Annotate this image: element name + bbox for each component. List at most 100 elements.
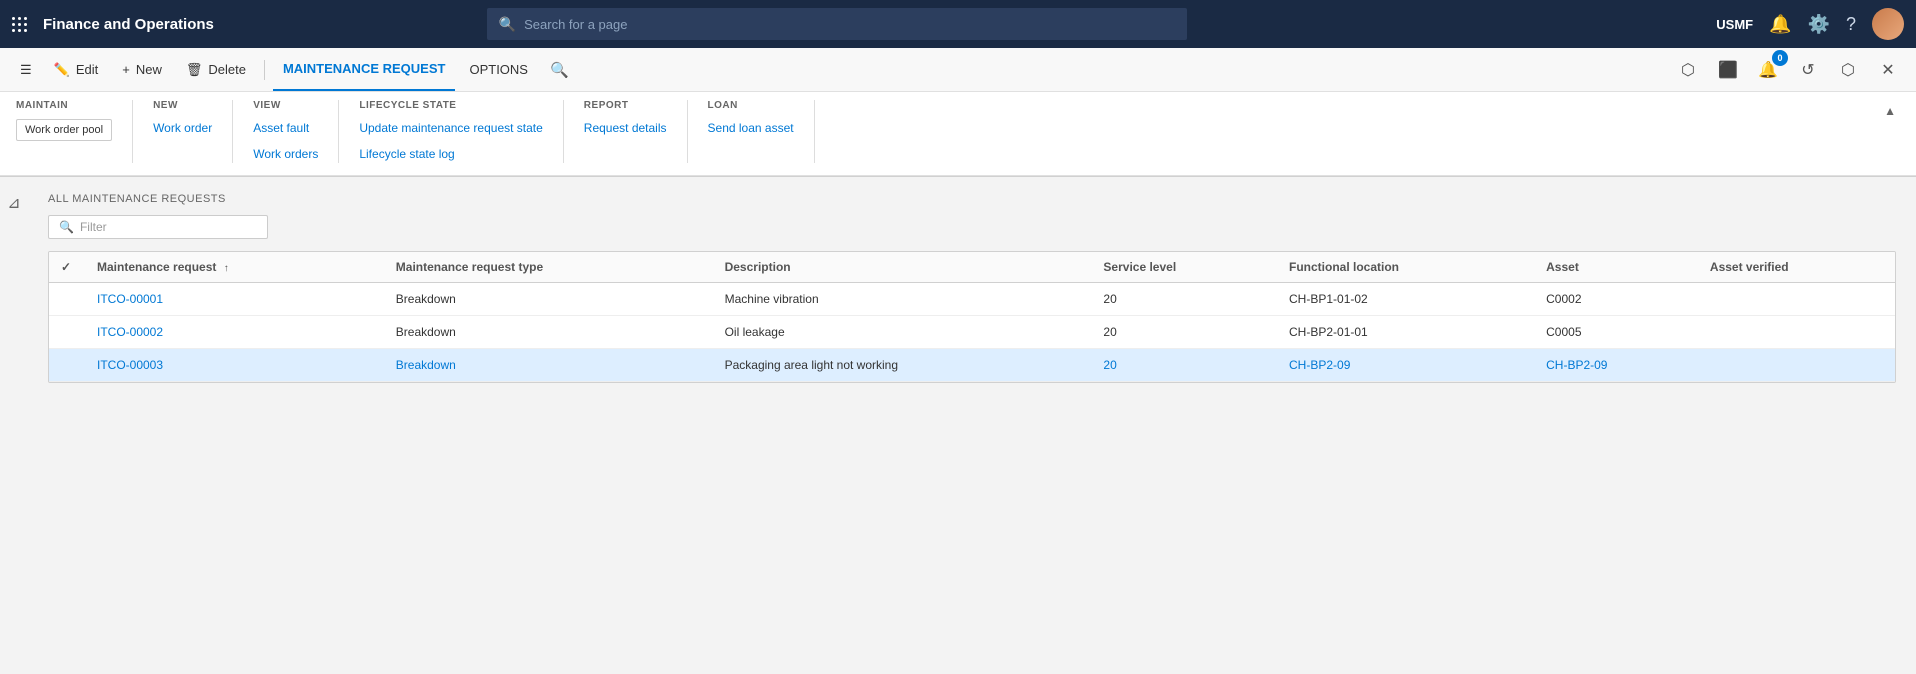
- row2-fl-val: CH-BP2-01-01: [1289, 325, 1368, 339]
- row1-mr-link[interactable]: ITCO-00001: [97, 292, 163, 306]
- work-order-pool-btn[interactable]: Work order pool: [16, 119, 112, 141]
- row2-mr[interactable]: ITCO-00002: [85, 316, 384, 349]
- notification-badge: 0: [1772, 50, 1788, 66]
- table-row[interactable]: ITCO-00002 Breakdown Oil leakage 20 CH-B…: [49, 316, 1895, 349]
- tab-maintenance-request-label: MAINTENANCE REQUEST: [283, 61, 446, 76]
- row2-fl: CH-BP2-01-01: [1277, 316, 1534, 349]
- data-table: ✓ Maintenance request ↑ Maintenance requ…: [49, 252, 1895, 382]
- maintain-label: MAINTAIN: [16, 100, 112, 111]
- lifecycle-log-btn[interactable]: Lifecycle state log: [359, 145, 542, 163]
- ribbon-bar: ☰ ✏️ Edit + New 🗑 Delete MAINTENANCE REQ…: [0, 48, 1916, 177]
- row1-check[interactable]: [49, 283, 85, 316]
- row2-sl-val: 20: [1103, 325, 1116, 339]
- row1-desc: Machine vibration: [713, 283, 1092, 316]
- row3-desc: Packaging area light not working: [713, 349, 1092, 382]
- hamburger-menu[interactable]: ☰: [12, 48, 40, 91]
- col-type-label: Maintenance request type: [396, 260, 543, 274]
- row1-asset-val: C0002: [1546, 292, 1581, 306]
- data-table-wrap: ✓ Maintenance request ↑ Maintenance requ…: [48, 251, 1896, 383]
- col-maintenance-request[interactable]: Maintenance request ↑: [85, 252, 384, 283]
- office-icon[interactable]: ⬛: [1712, 54, 1744, 86]
- avatar[interactable]: [1872, 8, 1904, 40]
- row2-mr-link[interactable]: ITCO-00002: [97, 325, 163, 339]
- col-check[interactable]: ✓: [49, 252, 85, 283]
- row2-check[interactable]: [49, 316, 85, 349]
- row3-type: Breakdown: [384, 349, 713, 382]
- loan-label: LOAN: [708, 100, 794, 111]
- row3-mr[interactable]: ITCO-00003: [85, 349, 384, 382]
- row3-av: [1698, 349, 1895, 382]
- row2-type-val: Breakdown: [396, 325, 456, 339]
- ribbon-content: MAINTAIN Work order pool NEW Work order …: [0, 92, 1916, 176]
- row2-av: [1698, 316, 1895, 349]
- collapse-ribbon-btn[interactable]: ▲: [1880, 100, 1900, 122]
- app-grid-icon[interactable]: [12, 17, 27, 32]
- ribbon-search-btn[interactable]: 🔍: [550, 61, 569, 79]
- col-mr-label: Maintenance request: [97, 260, 216, 274]
- settings-icon[interactable]: ⚙️: [1808, 14, 1830, 35]
- ribbon-group-view: VIEW Asset fault Work orders: [253, 100, 339, 163]
- tab-delete-label: Delete: [208, 62, 246, 77]
- row1-desc-val: Machine vibration: [725, 292, 819, 306]
- search-bar[interactable]: 🔍: [487, 8, 1187, 40]
- col-description[interactable]: Description: [713, 252, 1092, 283]
- work-orders-btn[interactable]: Work orders: [253, 145, 318, 163]
- row3-fl: CH-BP2-09: [1277, 349, 1534, 382]
- col-asset[interactable]: Asset: [1534, 252, 1698, 283]
- request-details-btn[interactable]: Request details: [584, 119, 667, 137]
- sidebar-toggle: ⊿: [0, 177, 28, 477]
- row1-asset: C0002: [1534, 283, 1698, 316]
- table-body: ITCO-00001 Breakdown Machine vibration 2…: [49, 283, 1895, 382]
- row1-type: Breakdown: [384, 283, 713, 316]
- table-row[interactable]: ITCO-00003 Breakdown Packaging area ligh…: [49, 349, 1895, 382]
- row2-desc-val: Oil leakage: [725, 325, 785, 339]
- row3-asset: CH-BP2-09: [1534, 349, 1698, 382]
- table-header: ✓ Maintenance request ↑ Maintenance requ…: [49, 252, 1895, 283]
- filter-input[interactable]: [80, 220, 257, 234]
- col-service-level[interactable]: Service level: [1091, 252, 1277, 283]
- work-order-btn[interactable]: Work order: [153, 119, 212, 137]
- left-area: ⊿ ALL MAINTENANCE REQUESTS 🔍 ✓: [0, 177, 1916, 477]
- row3-check[interactable]: [49, 349, 85, 382]
- view-label: VIEW: [253, 100, 318, 111]
- tab-new[interactable]: + New: [112, 48, 172, 91]
- row3-mr-link[interactable]: ITCO-00003: [97, 358, 163, 372]
- row3-sl-link[interactable]: 20: [1103, 358, 1116, 372]
- settings2-icon[interactable]: ⬡: [1672, 54, 1704, 86]
- row3-fl-link[interactable]: CH-BP2-09: [1289, 358, 1350, 372]
- send-loan-asset-btn[interactable]: Send loan asset: [708, 119, 794, 137]
- work-order-pool-label: Work order pool: [25, 124, 103, 136]
- col-asset-verified[interactable]: Asset verified: [1698, 252, 1895, 283]
- tab-edit[interactable]: ✏️ Edit: [44, 48, 109, 91]
- popout-icon[interactable]: ⬡: [1832, 54, 1864, 86]
- sort-asc-icon: ↑: [224, 263, 229, 274]
- new-items: Work order: [153, 119, 212, 137]
- tab-new-label: New: [136, 62, 162, 77]
- row3-desc-val: Packaging area light not working: [725, 358, 898, 372]
- filter-bar: 🔍: [48, 215, 1896, 239]
- tab-delete[interactable]: 🗑 Delete: [176, 48, 256, 91]
- col-type[interactable]: Maintenance request type: [384, 252, 713, 283]
- col-fl-label: Functional location: [1289, 260, 1399, 274]
- row1-fl: CH-BP1-01-02: [1277, 283, 1534, 316]
- top-nav: Finance and Operations 🔍 USMF 🔔 ⚙️ ?: [0, 0, 1916, 48]
- asset-fault-btn[interactable]: Asset fault: [253, 119, 318, 137]
- filter-icon[interactable]: ⊿: [7, 193, 20, 213]
- report-label: REPORT: [584, 100, 667, 111]
- table-row[interactable]: ITCO-00001 Breakdown Machine vibration 2…: [49, 283, 1895, 316]
- search-input[interactable]: [524, 17, 1175, 32]
- row3-asset-link[interactable]: CH-BP2-09: [1546, 358, 1607, 372]
- section-title: ALL MAINTENANCE REQUESTS: [48, 193, 1896, 205]
- help-icon[interactable]: ?: [1846, 14, 1856, 35]
- tab-maintenance-request[interactable]: MAINTENANCE REQUEST: [273, 48, 456, 91]
- refresh-icon[interactable]: ↺: [1792, 54, 1824, 86]
- filter-input-wrap[interactable]: 🔍: [48, 215, 268, 239]
- row3-type-link[interactable]: Breakdown: [396, 358, 456, 372]
- notification-icon[interactable]: 🔔: [1769, 14, 1791, 35]
- col-functional-location[interactable]: Functional location: [1277, 252, 1534, 283]
- row1-mr[interactable]: ITCO-00001: [85, 283, 384, 316]
- update-maintenance-btn[interactable]: Update maintenance request state: [359, 119, 542, 137]
- close-icon[interactable]: ✕: [1872, 54, 1904, 86]
- tab-options[interactable]: OPTIONS: [459, 48, 538, 91]
- col-desc-label: Description: [725, 260, 791, 274]
